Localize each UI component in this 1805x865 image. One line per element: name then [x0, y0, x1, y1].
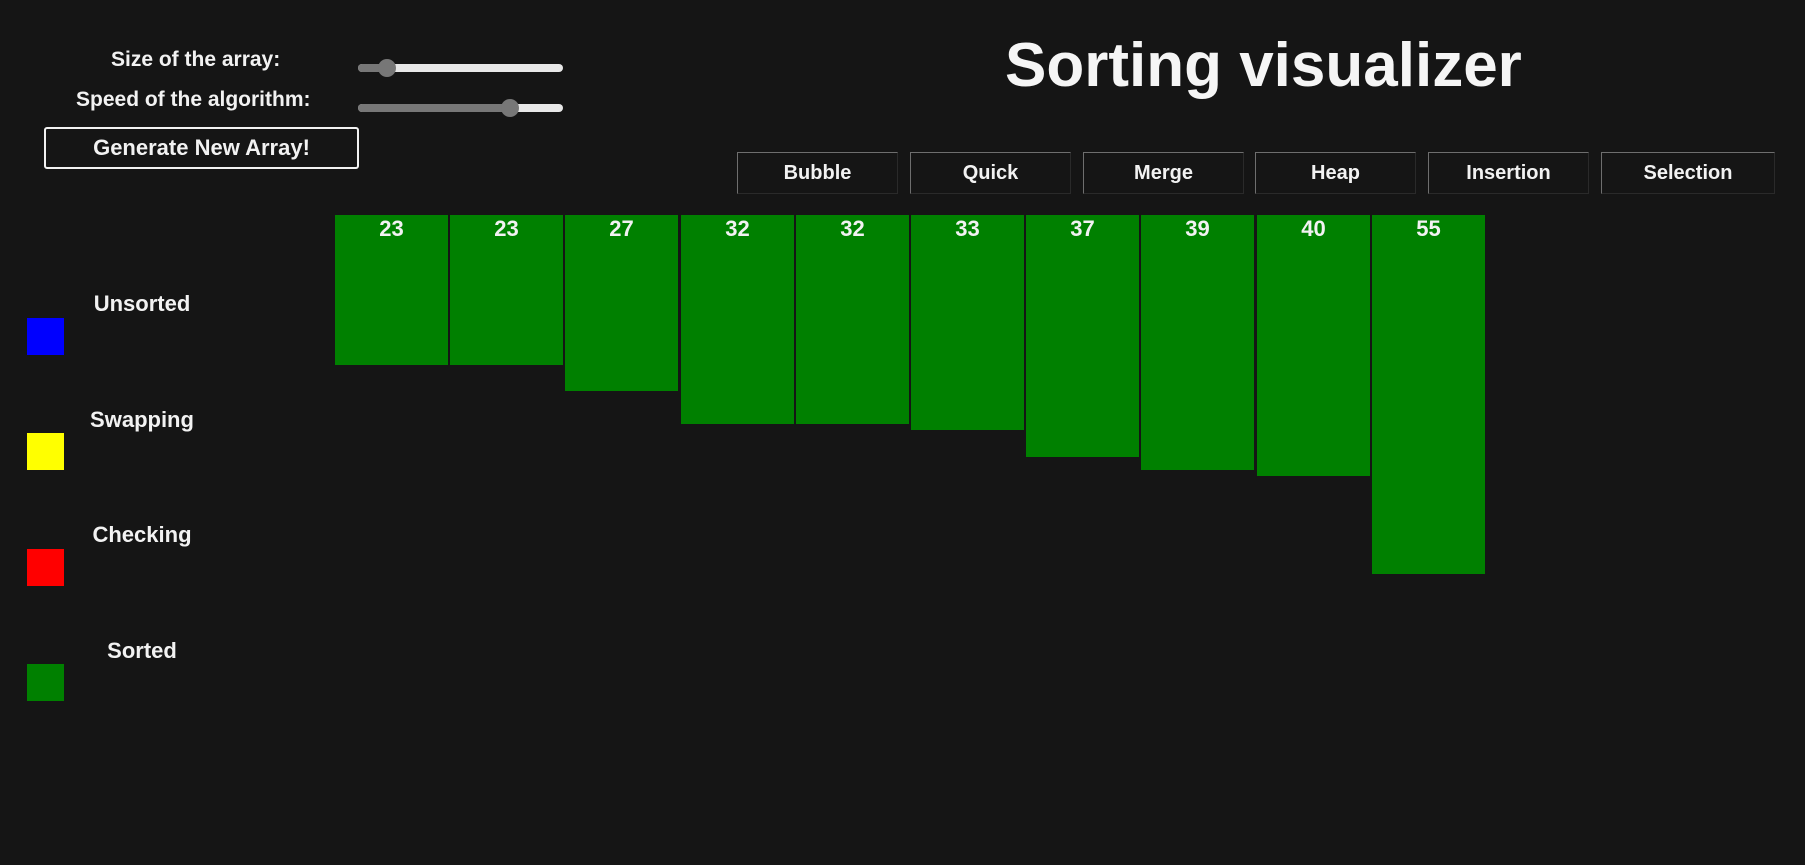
legend-swatch-swapping	[27, 433, 64, 470]
selection-sort-button[interactable]: Selection	[1601, 152, 1775, 194]
legend-swatch-unsorted	[27, 318, 64, 355]
array-bar-value: 37	[1070, 216, 1095, 241]
array-bar: 39	[1141, 215, 1254, 470]
array-bar-value: 33	[955, 216, 980, 241]
quick-sort-button[interactable]: Quick	[910, 152, 1071, 194]
array-bar-value: 27	[609, 216, 634, 241]
array-bar: 32	[681, 215, 794, 424]
array-bar-value: 55	[1416, 216, 1441, 241]
speed-slider-fill	[358, 104, 510, 112]
array-bar: 23	[335, 215, 448, 365]
array-bar: 23	[450, 215, 563, 365]
array-bar: 32	[796, 215, 909, 424]
heap-sort-button[interactable]: Heap	[1255, 152, 1416, 194]
legend-label-unsorted: Unsorted	[93, 291, 191, 316]
array-bar-value: 39	[1185, 216, 1210, 241]
array-bar: 37	[1026, 215, 1139, 457]
array-bar-value: 32	[725, 216, 750, 241]
merge-sort-button[interactable]: Merge	[1083, 152, 1244, 194]
array-bar-value: 32	[840, 216, 865, 241]
array-bar: 27	[565, 215, 678, 391]
array-bar-value: 40	[1301, 216, 1326, 241]
legend-swatch-checking	[27, 549, 64, 586]
size-label: Size of the array:	[111, 48, 281, 71]
generate-new-array-button[interactable]: Generate New Array!	[44, 127, 359, 169]
array-bar-value: 23	[494, 216, 519, 241]
page-title: Sorting visualizer	[1005, 31, 1522, 100]
bubble-sort-button[interactable]: Bubble	[737, 152, 898, 194]
size-slider-thumb[interactable]	[378, 59, 396, 77]
insertion-sort-button[interactable]: Insertion	[1428, 152, 1589, 194]
array-bar: 33	[911, 215, 1024, 430]
array-bar: 40	[1257, 215, 1370, 476]
legend-label-swapping: Swapping	[90, 407, 194, 432]
speed-label: Speed of the algorithm:	[76, 88, 311, 111]
legend-swatch-sorted	[27, 664, 64, 701]
legend-label-sorted: Sorted	[107, 638, 177, 663]
array-bar: 55	[1372, 215, 1485, 574]
legend-label-checking: Checking	[92, 522, 192, 547]
speed-slider[interactable]	[358, 99, 563, 117]
array-bar-value: 23	[379, 216, 404, 241]
speed-slider-thumb[interactable]	[501, 99, 519, 117]
size-slider[interactable]	[358, 59, 563, 77]
